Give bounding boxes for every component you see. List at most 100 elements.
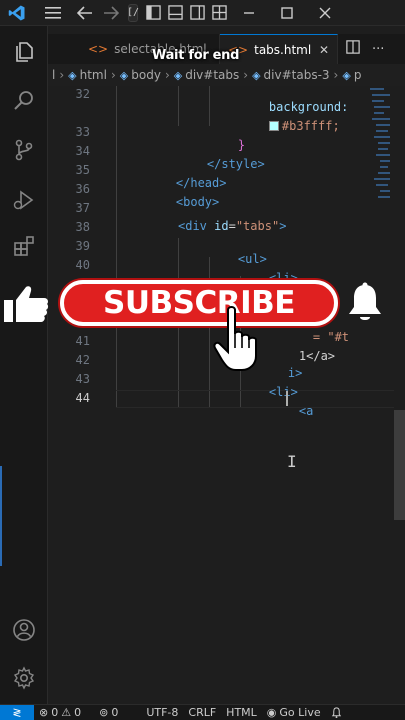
settings-gear-icon[interactable] [0, 658, 48, 698]
search-icon[interactable] [0, 80, 48, 120]
anchor-open-tag: <a [298, 404, 314, 418]
chevron-right-icon: › [164, 68, 170, 82]
go-live-button[interactable]: ◉ Go Live [262, 706, 326, 719]
code-editor[interactable]: 32 33 34 35 36 37 38 39 40 41 42 43 44 b… [48, 86, 394, 704]
html-file-icon: <> [88, 42, 109, 56]
language-mode[interactable]: HTML [221, 706, 262, 719]
run-debug-icon[interactable] [0, 180, 48, 220]
encoding-indicator[interactable]: UTF-8 [141, 706, 183, 719]
warning-count: 0 [74, 706, 82, 719]
pointer-hand-icon [213, 306, 257, 371]
command-center[interactable]: [/ [127, 3, 139, 22]
scrollbar-thumb[interactable] [394, 410, 405, 520]
minimap-line [376, 130, 388, 132]
tag-close-bracket: > [279, 219, 287, 233]
line-number: 32 [75, 87, 90, 101]
ports-count: 0 [111, 706, 119, 719]
source-control-icon[interactable] [0, 130, 48, 170]
line-number: 36 [75, 182, 90, 196]
element-cube-icon: ◈ [252, 68, 261, 82]
problems-indicator[interactable]: ⊗ 0 ⚠ 0 [34, 706, 86, 719]
minimap-line [378, 142, 390, 144]
maximize-icon[interactable] [268, 0, 306, 26]
minimap-line [380, 166, 388, 168]
line-number: 39 [75, 239, 90, 253]
toggle-secondary-sidebar-icon[interactable] [186, 0, 208, 26]
extensions-icon[interactable] [0, 226, 48, 266]
minimap-line [376, 184, 388, 186]
accounts-icon[interactable] [0, 610, 48, 650]
tab-close-icon[interactable]: ✕ [319, 43, 329, 57]
breadcrumb-item[interactable]: body [131, 68, 161, 82]
thumbs-up-icon [4, 286, 49, 322]
element-cube-icon: ◈ [173, 68, 183, 82]
toggle-primary-sidebar-icon[interactable] [142, 0, 164, 26]
minimap-line [376, 154, 390, 156]
element-cube-icon: ◈ [119, 68, 129, 82]
color-swatch[interactable] [268, 121, 279, 131]
indent-guide [116, 86, 117, 408]
indent-guide [178, 86, 179, 126]
chevron-right-icon: › [110, 68, 116, 82]
div-open-tag: <div [178, 219, 207, 233]
vscode-logo-icon [0, 0, 34, 26]
css-value: #b3ffff; [281, 119, 340, 133]
remote-indicator-icon[interactable]: ≷ [0, 704, 34, 720]
split-editor-icon[interactable] [346, 40, 360, 58]
minimap-line [374, 112, 384, 114]
minimap-line [374, 106, 390, 108]
element-cube-icon: ◈ [68, 68, 77, 82]
forward-arrow-icon[interactable] [98, 0, 124, 26]
title-bar: [/ [0, 0, 405, 26]
broadcast-icon: ⊚ [99, 706, 109, 719]
line-number: 37 [75, 201, 90, 215]
minimap[interactable] [368, 86, 392, 206]
notifications-bell-icon[interactable] [326, 707, 347, 718]
minimap-line [372, 94, 390, 96]
line-number: 34 [75, 144, 90, 158]
status-bar: ≷ ⊗ 0 ⚠ 0 ⊚ 0 UTF-8 CRLF HTML ◉ Go Live [0, 704, 405, 720]
breadcrumb-item[interactable]: html [80, 68, 107, 82]
ports-indicator[interactable]: ⊚ 0 [94, 706, 123, 719]
minimap-line [372, 100, 384, 102]
activity-bar [0, 26, 48, 704]
more-actions-icon[interactable]: ··· [372, 42, 384, 57]
error-icon: ⊗ [39, 706, 49, 719]
video-caption: Wait for end [152, 48, 240, 63]
editor-actions: ··· [338, 34, 392, 64]
go-live-label: Go Live [279, 706, 321, 719]
minimap-line [372, 118, 390, 120]
breadcrumb-item[interactable]: div#tabs [185, 68, 239, 82]
mouse-ibeam-cursor-icon: I [287, 452, 297, 471]
element-cube-icon: ◈ [342, 68, 351, 82]
breadcrumb-item[interactable]: div#tabs-3 [264, 68, 330, 82]
line-number: 40 [75, 258, 90, 272]
minimap-line [374, 136, 390, 138]
breadcrumb-item[interactable]: p [354, 68, 362, 82]
tab-label: tabs.html [254, 42, 312, 57]
code-line-44: <a [270, 390, 313, 432]
close-icon[interactable] [306, 0, 344, 26]
back-arrow-icon[interactable] [72, 0, 98, 26]
code-line-32-value: #b3ffff; [240, 105, 340, 147]
vertical-scrollbar[interactable] [394, 86, 405, 704]
notification-bell-icon [349, 282, 381, 320]
breadcrumb-item[interactable]: l [52, 68, 55, 82]
line-number: 41 [75, 334, 90, 348]
line-number: 43 [75, 372, 90, 386]
activity-bar-indicator [0, 466, 2, 566]
menu-icon[interactable] [34, 0, 72, 26]
text-cursor [286, 391, 288, 406]
line-number: 38 [75, 220, 90, 234]
id-value: "tabs" [235, 219, 280, 233]
anchor-text-close: 1</a> [298, 349, 336, 363]
minimap-line [378, 148, 388, 150]
eol-indicator[interactable]: CRLF [183, 706, 221, 719]
explorer-icon[interactable] [0, 32, 48, 72]
customize-layout-icon[interactable] [208, 0, 230, 26]
minimap-line [370, 88, 384, 90]
minimize-icon[interactable] [230, 0, 268, 26]
toggle-panel-icon[interactable] [164, 0, 186, 26]
minimap-line [378, 196, 390, 198]
subscribe-button[interactable]: SUBSCRIBE [60, 280, 338, 326]
